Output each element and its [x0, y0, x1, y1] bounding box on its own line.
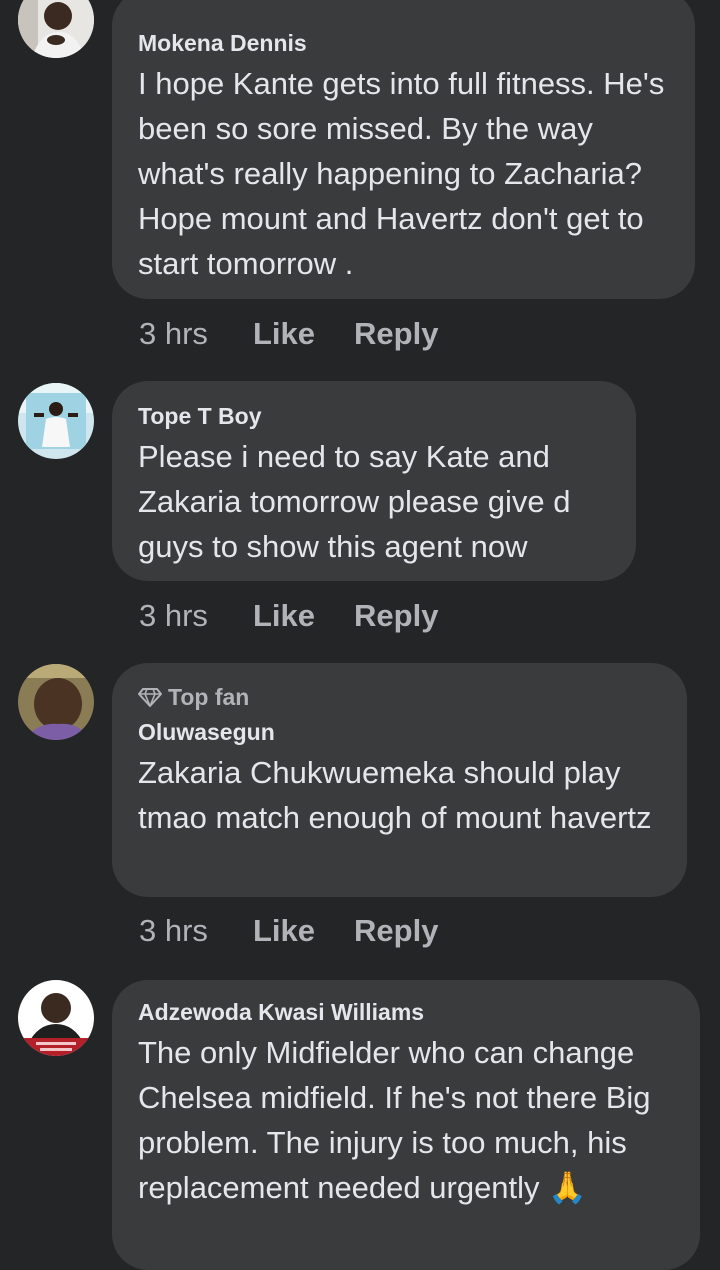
avatar-photo: [18, 0, 94, 58]
comment-actions: 3 hrs Like Reply: [139, 913, 438, 949]
avatar[interactable]: [18, 383, 94, 459]
like-button[interactable]: Like: [253, 598, 315, 634]
comment-author[interactable]: Tope T Boy: [138, 401, 610, 431]
comment-text: Zakaria Chukwuemeka should play tmao mat…: [138, 755, 652, 835]
avatar-photo: [18, 664, 94, 740]
comment-text: I hope Kante gets into full fitness. He'…: [138, 66, 665, 281]
comment-author[interactable]: Adzewoda Kwasi Williams: [138, 997, 674, 1027]
top-fan-badge: Top fan: [138, 683, 661, 711]
top-fan-label: Top fan: [168, 684, 250, 710]
comment-bubble[interactable]: Top fan Oluwasegun Zakaria Chukwuemeka s…: [112, 663, 687, 897]
comment-author[interactable]: Mokena Dennis: [138, 28, 669, 58]
comment-bubble[interactable]: Mokena Dennis I hope Kante gets into ful…: [112, 0, 695, 299]
comment-actions: 3 hrs Like Reply: [139, 316, 438, 352]
avatar-photo: [18, 383, 94, 459]
comment-text: Please i need to say Kate and Zakaria to…: [138, 439, 571, 564]
comment-bubble[interactable]: Tope T Boy Please i need to say Kate and…: [112, 381, 636, 581]
reply-button[interactable]: Reply: [354, 316, 438, 352]
avatar-photo: [18, 980, 94, 1056]
reply-button[interactable]: Reply: [354, 598, 438, 634]
avatar[interactable]: [18, 0, 94, 58]
like-button[interactable]: Like: [253, 913, 315, 949]
comment-actions: 3 hrs Like Reply: [139, 598, 438, 634]
like-button[interactable]: Like: [253, 316, 315, 352]
comment-text: The only Midfielder who can change Chels…: [138, 1035, 651, 1205]
comment-timestamp: 3 hrs: [139, 913, 208, 948]
avatar[interactable]: [18, 664, 94, 740]
avatar[interactable]: [18, 980, 94, 1056]
comment-timestamp: 3 hrs: [139, 316, 208, 351]
comment-timestamp: 3 hrs: [139, 598, 208, 633]
comment-author[interactable]: Oluwasegun: [138, 717, 661, 747]
comment-bubble[interactable]: Adzewoda Kwasi Williams The only Midfiel…: [112, 980, 700, 1270]
reply-button[interactable]: Reply: [354, 913, 438, 949]
diamond-icon: [138, 688, 162, 707]
